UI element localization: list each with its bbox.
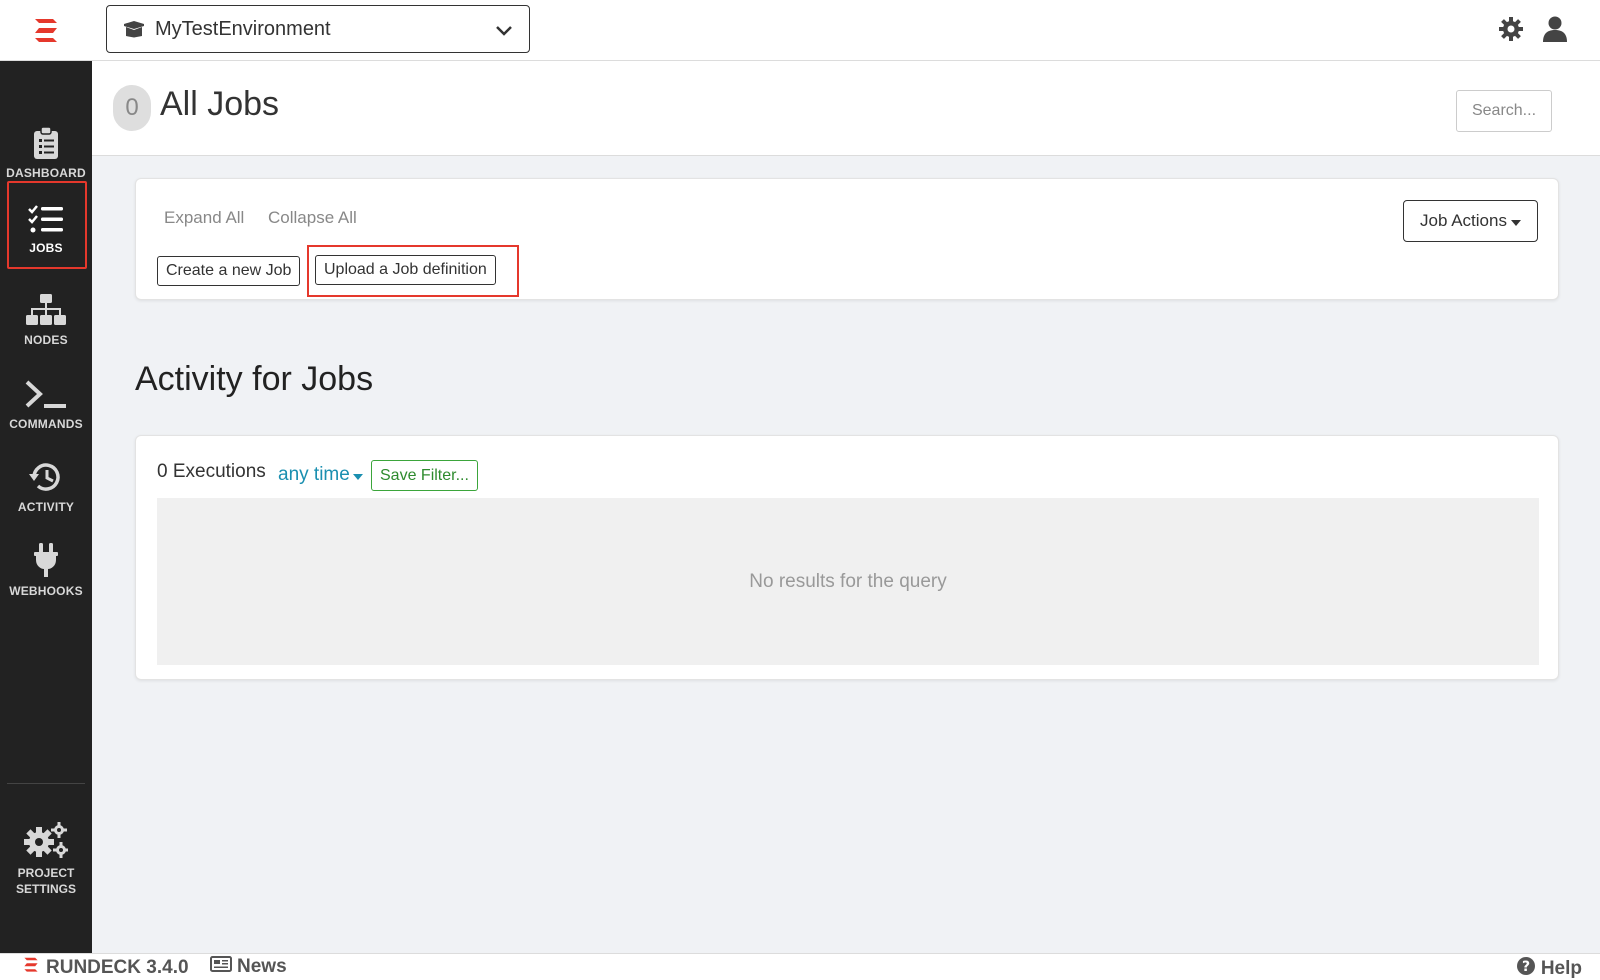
sitemap-icon xyxy=(25,293,67,327)
job-count-badge: 0 xyxy=(113,85,151,131)
expand-all-link[interactable]: Expand All xyxy=(164,208,244,228)
sidebar-item-dashboard[interactable]: DASHBOARD xyxy=(0,106,92,190)
gears-icon xyxy=(23,821,69,859)
plug-icon xyxy=(32,542,60,578)
search-button[interactable]: Search... xyxy=(1456,90,1552,132)
time-filter-label: any time xyxy=(278,464,350,485)
news-link[interactable]: News xyxy=(210,956,287,978)
news-label: News xyxy=(237,956,287,977)
sidebar: DASHBOARD JOBS NODES COMMANDS ACTIVITY W… xyxy=(0,61,92,953)
box-icon xyxy=(123,20,145,38)
sidebar-item-label: ACTIVITY xyxy=(17,500,75,514)
clipboard-icon xyxy=(32,126,60,160)
job-actions-label: Job Actions xyxy=(1420,211,1507,230)
empty-message: No results for the query xyxy=(749,570,947,592)
sidebar-item-label: NODES xyxy=(24,333,68,347)
job-actions-button[interactable]: Job Actions xyxy=(1403,200,1538,242)
activity-title: Activity for Jobs xyxy=(135,360,374,398)
sidebar-item-label: COMMANDS xyxy=(9,417,83,431)
svg-text:?: ? xyxy=(1522,959,1530,975)
user-icon[interactable] xyxy=(1540,14,1570,44)
terminal-icon xyxy=(24,379,68,411)
save-filter-button[interactable]: Save Filter... xyxy=(371,460,478,491)
project-name: MyTestEnvironment xyxy=(155,17,331,40)
sidebar-item-webhooks[interactable]: WEBHOOKS xyxy=(0,524,92,608)
question-circle-icon: ? xyxy=(1516,956,1536,980)
caret-down-icon xyxy=(352,464,363,486)
executions-count: 0 Executions xyxy=(157,461,266,482)
history-icon xyxy=(28,460,64,494)
sidebar-item-project-settings[interactable]: PROJECT SETTINGS xyxy=(0,821,92,911)
jobs-card: Expand All Collapse All Create a new Job… xyxy=(135,178,1559,300)
upload-job-button[interactable]: Upload a Job definition xyxy=(315,255,496,285)
empty-results: No results for the query xyxy=(157,498,1539,665)
sidebar-item-jobs[interactable]: JOBS xyxy=(0,181,92,269)
gear-icon[interactable] xyxy=(1496,14,1526,44)
collapse-all-link[interactable]: Collapse All xyxy=(268,208,357,228)
sidebar-item-label: DASHBOARD xyxy=(6,166,86,180)
sidebar-item-label: WEBHOOKS xyxy=(9,584,83,598)
footer: RUNDECK 3.4.0 News ? Help xyxy=(0,953,1600,980)
rundeck-logo-icon[interactable] xyxy=(0,0,92,61)
jobs-highlight-box xyxy=(7,181,87,269)
create-job-button[interactable]: Create a new Job xyxy=(157,256,301,286)
footer-brand[interactable]: RUNDECK 3.4.0 xyxy=(22,956,189,980)
sidebar-item-activity[interactable]: ACTIVITY xyxy=(0,440,92,524)
chevron-down-icon xyxy=(495,20,513,43)
newspaper-icon xyxy=(210,956,232,978)
page-header: 0 All Jobs Search... xyxy=(92,61,1600,156)
project-selector[interactable]: MyTestEnvironment xyxy=(106,5,530,53)
rundeck-logo-icon xyxy=(22,956,40,980)
sidebar-item-commands[interactable]: COMMANDS xyxy=(0,357,92,441)
top-bar: MyTestEnvironment xyxy=(0,0,1600,61)
sidebar-item-label: PROJECT xyxy=(17,866,75,880)
sidebar-item-label: SETTINGS xyxy=(15,882,76,896)
footer-version: RUNDECK 3.4.0 xyxy=(46,957,189,978)
help-label: Help xyxy=(1540,958,1582,979)
sidebar-divider xyxy=(7,783,85,784)
sidebar-item-nodes[interactable]: NODES xyxy=(0,273,92,357)
time-filter-dropdown[interactable]: any time xyxy=(278,464,363,486)
activity-card: 0 Executions any time Save Filter... No … xyxy=(135,435,1559,680)
help-link[interactable]: ? Help xyxy=(1516,956,1582,980)
caret-down-icon xyxy=(1510,211,1521,231)
page-title: All Jobs xyxy=(160,85,280,123)
